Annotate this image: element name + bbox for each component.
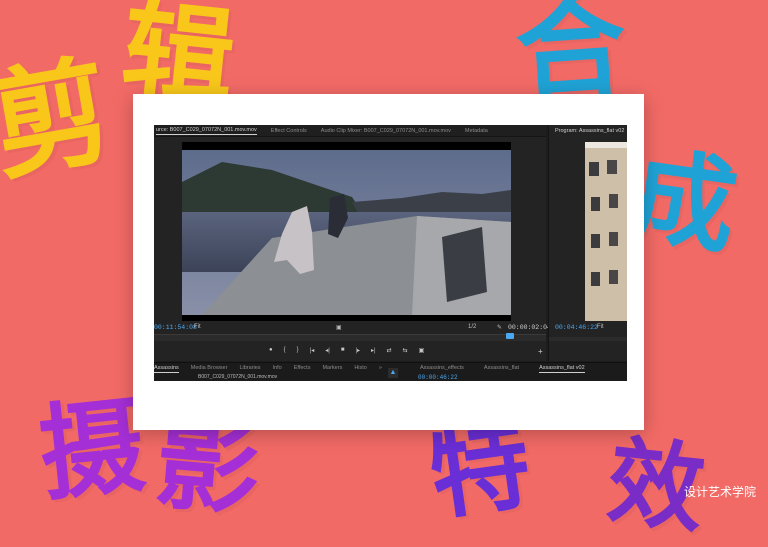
timeline-tabs: Assassins_effects Assassins_flat Assassi… xyxy=(420,365,585,373)
source-fit-select[interactable]: Fit xyxy=(194,324,201,330)
resolution-select[interactable]: 1/2 xyxy=(468,324,476,330)
tab-media-browser[interactable]: Media Browser xyxy=(191,365,228,373)
program-monitor: Program: Assassins_flat v02 00:04:46:22 … xyxy=(548,125,627,361)
go-to-in-button[interactable]: |◂ xyxy=(310,347,315,354)
tab-effect-controls[interactable]: Effect Controls xyxy=(271,128,307,134)
project-clip-name[interactable]: B007_C029_07072N_001.mov.mov xyxy=(198,374,277,380)
step-back-button[interactable]: ◂| xyxy=(325,347,330,354)
marker-button[interactable]: ● xyxy=(269,347,273,354)
program-timecode[interactable]: 00:04:46:22 xyxy=(555,324,598,331)
premiere-window: urce: B007_C029_07072N_001.mov.mov Effec… xyxy=(154,125,627,381)
program-fit-select[interactable]: Fit xyxy=(597,324,604,330)
tab-assassins-flat[interactable]: Assassins_flat xyxy=(484,365,519,373)
panel-overflow-button[interactable]: » xyxy=(379,365,382,373)
source-duration: 00:00:02:04 xyxy=(508,323,551,331)
tab-libraries[interactable]: Libraries xyxy=(239,365,260,373)
tab-assassins-effects[interactable]: Assassins_effects xyxy=(420,365,464,373)
tab-info[interactable]: Info xyxy=(273,365,282,373)
source-timecode[interactable]: 00:11:54:08 xyxy=(154,324,197,331)
tab-markers[interactable]: Markers xyxy=(322,365,342,373)
decor-char-he: 合 xyxy=(511,0,631,117)
tab-effects[interactable]: Effects xyxy=(294,365,311,373)
program-still xyxy=(585,142,627,321)
step-forward-button[interactable]: |▸ xyxy=(355,347,360,354)
project-tabs: Assassins Media Browser Libraries Info E… xyxy=(154,365,382,373)
tab-assassins-flat-v02[interactable]: Assassins_flat v02 xyxy=(539,365,585,373)
tab-history[interactable]: Histo xyxy=(354,365,367,373)
timeline-timecode[interactable]: 00:00:46:22 xyxy=(418,374,458,381)
screenshot-card: urce: B007_C029_07072N_001.mov.mov Effec… xyxy=(133,94,644,430)
mark-in-button[interactable]: { xyxy=(284,347,286,354)
source-tabs: urce: B007_C029_07072N_001.mov.mov Effec… xyxy=(154,125,546,137)
source-playhead[interactable] xyxy=(506,333,514,339)
program-video-frame xyxy=(585,142,627,321)
decor-char-jian: 剪 xyxy=(0,40,122,198)
settings-icon[interactable]: ▣ xyxy=(336,324,342,331)
add-button[interactable]: + xyxy=(538,347,543,356)
bottom-panels: Assassins Media Browser Libraries Info E… xyxy=(154,362,627,381)
watermark-text: 设计艺术学院 xyxy=(683,485,756,499)
program-scrub-bar[interactable] xyxy=(549,337,627,341)
tab-audio-clip-mixer[interactable]: Audio Clip Mixer: B007_C029_07072N_001.m… xyxy=(321,128,451,134)
source-video-frame xyxy=(182,142,511,321)
source-monitor: urce: B007_C029_07072N_001.mov.mov Effec… xyxy=(154,125,551,361)
program-title[interactable]: Program: Assassins_flat v02 xyxy=(555,128,624,134)
wrench-icon[interactable]: ✎ xyxy=(497,324,502,331)
selection-tool-icon[interactable]: ▲ xyxy=(388,368,398,378)
video-still xyxy=(182,142,511,321)
decor-char-te: 特 xyxy=(422,404,538,535)
go-to-out-button[interactable]: ▸| xyxy=(371,347,376,354)
overwrite-button[interactable]: ⇆ xyxy=(403,347,408,354)
mark-out-button[interactable]: } xyxy=(297,347,299,354)
stop-button[interactable]: ■ xyxy=(341,347,345,354)
source-timebar: 00:11:54:08 Fit ▣ 1/2 ✎ 00:00:02:04 xyxy=(154,321,551,333)
tab-metadata[interactable]: Metadata xyxy=(465,128,488,134)
export-frame-button[interactable]: ▣ xyxy=(419,347,425,354)
tab-source[interactable]: urce: B007_C029_07072N_001.mov.mov xyxy=(156,127,257,135)
source-scrub-bar[interactable] xyxy=(154,333,546,341)
transport-controls: ● { } |◂ ◂| ■ |▸ ▸| ⇄ ⇆ ▣ xyxy=(269,347,424,354)
insert-button[interactable]: ⇄ xyxy=(387,347,392,354)
tab-project[interactable]: Assassins xyxy=(154,365,179,373)
